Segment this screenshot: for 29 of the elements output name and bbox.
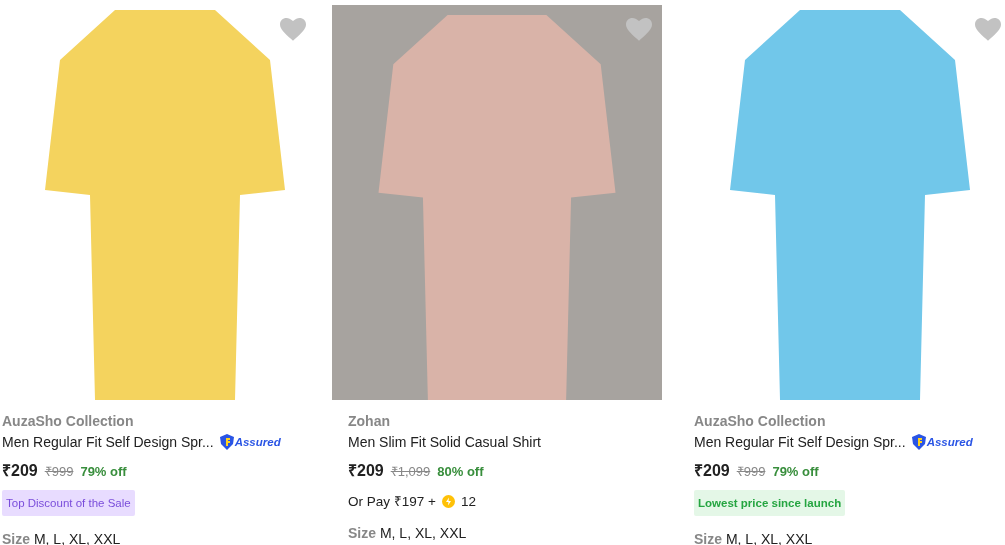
heart-icon[interactable] (280, 18, 306, 42)
original-price: ₹999 (44, 463, 74, 480)
offer-tag: Lowest price since launch (694, 490, 846, 516)
assured-badge: Assured (911, 434, 973, 450)
offer-tag: Top Discount of the Sale (2, 490, 135, 516)
discount: 80% off (437, 464, 484, 479)
discount: 79% off (80, 464, 127, 479)
product-photo[interactable] (332, 5, 662, 400)
original-price: ₹1,099 (390, 463, 431, 480)
original-price: ₹999 (736, 463, 766, 480)
size-list: Size M, L, XL, XXL (694, 531, 1005, 545)
price: ₹209 (2, 461, 38, 481)
product-title[interactable]: Men Regular Fit Self Design Spr... (2, 434, 214, 450)
price: ₹209 (694, 461, 730, 481)
product-title[interactable]: Men Slim Fit Solid Casual Shirt (348, 434, 541, 450)
brand-name: AuzaSho Collection (694, 413, 827, 429)
assured-badge: Assured (219, 434, 281, 450)
brand-name: AuzaSho Collection (2, 413, 135, 429)
pay-option: Or Pay ₹197 + (348, 492, 436, 510)
heart-icon[interactable] (626, 18, 652, 42)
discount: 79% off (772, 464, 819, 479)
coin-icon (441, 494, 455, 508)
heart-icon[interactable] (975, 18, 1001, 42)
price: ₹209 (348, 461, 384, 481)
coin-count: 12 (460, 493, 476, 509)
product-title[interactable]: Men Regular Fit Self Design Spr... (694, 434, 906, 450)
brand-name: Zohan (348, 413, 391, 429)
size-list: Size M, L, XL, XXL (2, 531, 332, 545)
size-list: Size M, L, XL, XXL (348, 525, 678, 541)
